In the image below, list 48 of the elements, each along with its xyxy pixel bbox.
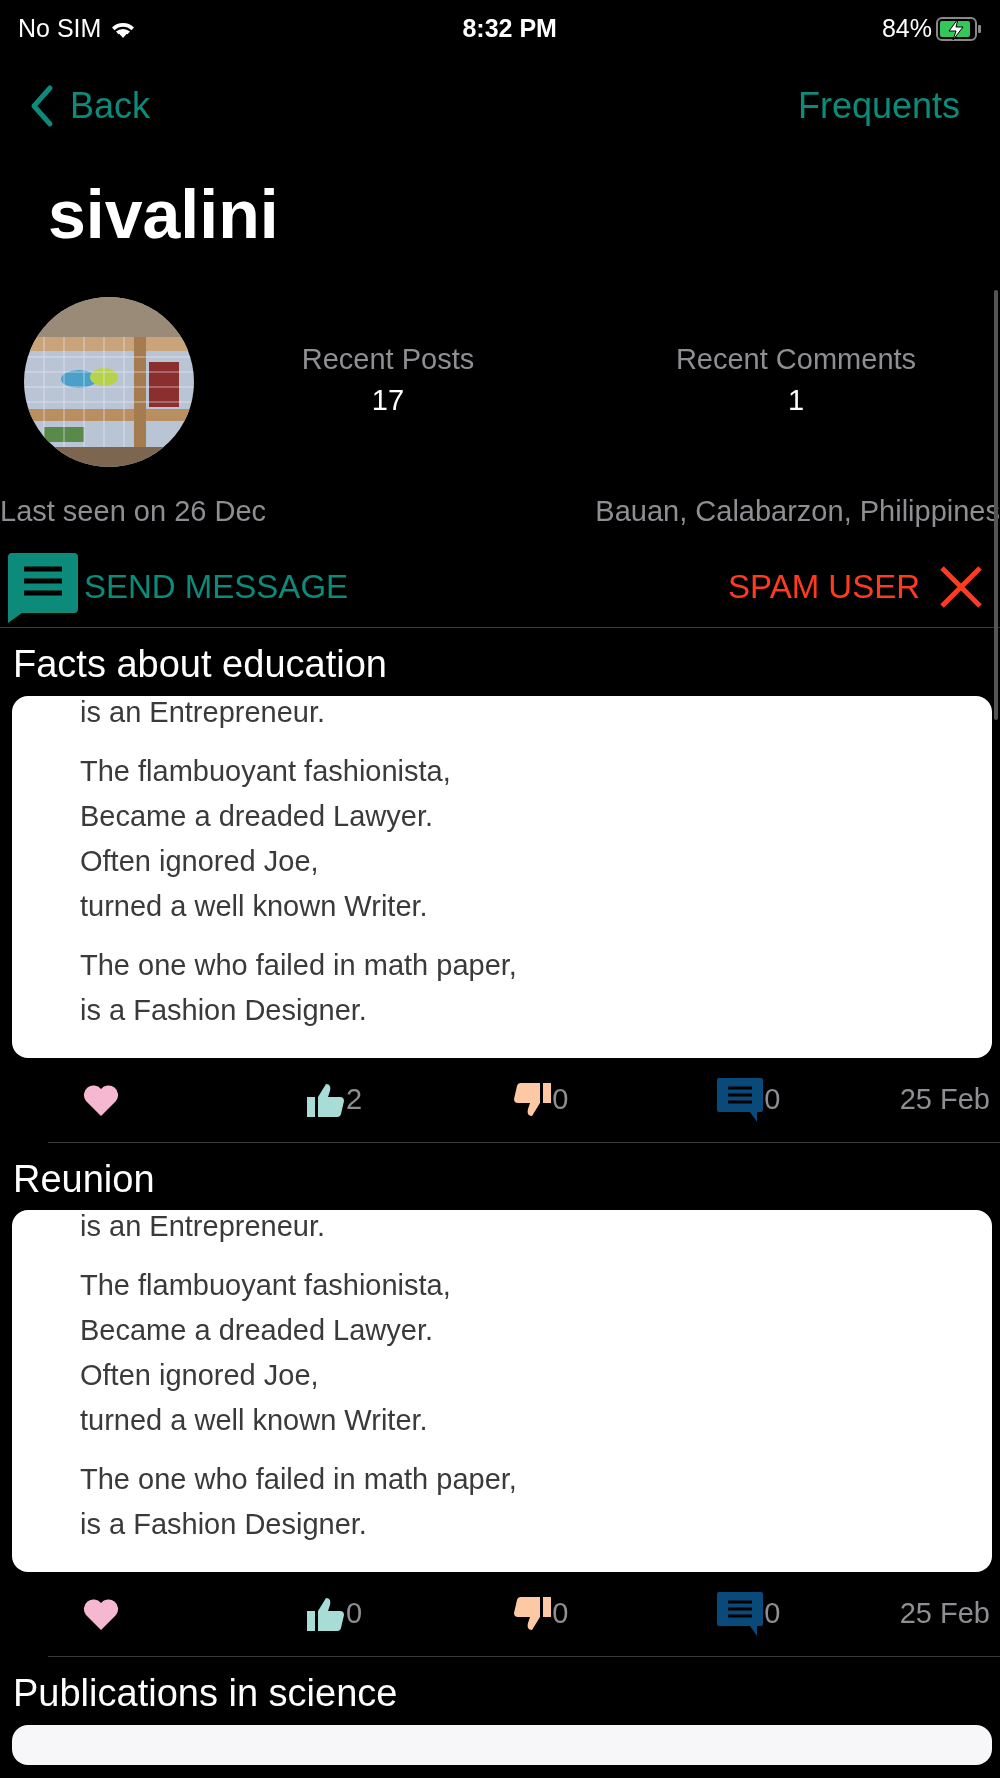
dislike-count: 0 (552, 1596, 569, 1632)
spam-user-button[interactable]: SPAM USER (728, 562, 984, 612)
back-chevron-icon (30, 84, 54, 128)
document-line: Often ignored Joe, (80, 1358, 320, 1394)
document-line: is a Fashion Designer. (80, 992, 368, 1028)
user-name: sivalini (47, 175, 280, 254)
document-line: Became a dreaded Lawyer. (80, 1313, 435, 1349)
thumbs-up-icon[interactable] (306, 1596, 346, 1633)
time-text: 8:32 PM (462, 13, 557, 44)
like-count: 2 (346, 1081, 363, 1117)
thumbs-up-icon[interactable] (306, 1081, 346, 1118)
message-icon (6, 551, 80, 623)
send-message-button[interactable]: SEND MESSAGE (6, 551, 349, 623)
carrier-text: No SIM (18, 13, 102, 44)
frequents-link[interactable]: Frequents (797, 79, 960, 133)
battery-text: 84% (881, 13, 932, 44)
back-button[interactable]: Back (30, 79, 151, 133)
document-line: turned a well known Writer. (80, 1403, 429, 1439)
document-line: The flambuoyant fashionista, (80, 1268, 452, 1304)
comment-count: 0 (764, 1081, 781, 1117)
document-line: turned a well known Writer. (80, 888, 429, 924)
post-date: 25 Feb (899, 1081, 990, 1117)
comment-count: 0 (764, 1596, 781, 1632)
document-line: is an Entrepreneur. (80, 695, 327, 730)
stat-label: Recent Comments (675, 342, 917, 378)
post-title: Reunion (12, 1156, 156, 1202)
stat-label: Recent Posts (301, 342, 475, 378)
document-line: is an Entrepreneur. (80, 1210, 327, 1245)
thumbs-down-icon[interactable] (512, 1081, 553, 1118)
post-date: 25 Feb (899, 1596, 990, 1632)
document-line: The one who failed in math paper, (80, 1462, 517, 1498)
document-line: is a Fashion Designer. (80, 1507, 368, 1543)
last-seen-text: Last seen on 26 Dec (0, 494, 266, 530)
stat-value: 17 (371, 383, 405, 419)
dislike-count: 0 (552, 1081, 569, 1117)
heart-icon[interactable] (82, 1082, 120, 1117)
thumbs-down-icon[interactable] (512, 1596, 553, 1633)
document-line: Often ignored Joe, (80, 843, 320, 879)
post-title: Facts about education (12, 642, 388, 687)
close-icon (938, 564, 984, 610)
document-line: The flambuoyant fashionista, (80, 753, 452, 789)
document-line: The one who failed in math paper, (80, 947, 517, 983)
heart-icon[interactable] (82, 1597, 120, 1632)
document-line: Became a dreaded Lawyer. (80, 798, 435, 834)
post-title: Publications in science (12, 1671, 399, 1717)
like-count: 0 (346, 1596, 363, 1632)
stat-value: 1 (787, 383, 805, 419)
back-text: Back (70, 84, 151, 128)
